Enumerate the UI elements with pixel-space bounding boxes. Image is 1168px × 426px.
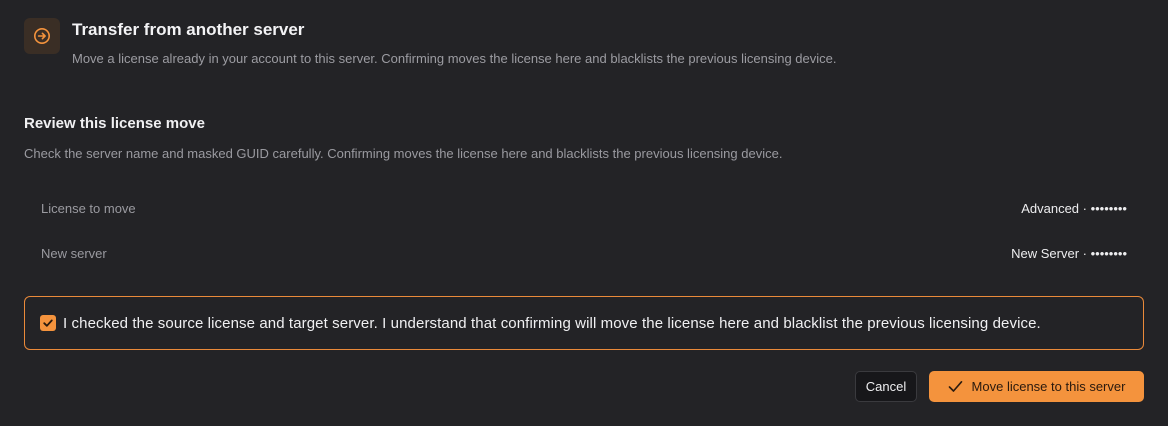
confirmation-checkbox-row[interactable]: I checked the source license and target … [24,296,1144,350]
new-server-value: New Server · •••••••• [1011,245,1127,261]
license-to-move-value: Advanced · •••••••• [1021,200,1127,216]
license-to-move-label: License to move [41,200,136,216]
checkmark-icon [43,319,53,327]
header-text: Transfer from another server Move a lice… [72,18,837,68]
move-license-label: Move license to this server [971,379,1126,394]
review-section: Review this license move Check the serve… [24,114,1144,163]
transfer-license-panel: Transfer from another server Move a lice… [0,0,1168,426]
header: Transfer from another server Move a lice… [24,18,837,68]
confirmation-text: I checked the source license and target … [63,314,1041,332]
cancel-button[interactable]: Cancel [855,371,917,402]
review-title: Review this license move [24,115,205,132]
page-title: Transfer from another server [72,20,305,39]
confirmation-checkbox[interactable] [40,315,56,331]
license-to-move-row: License to move Advanced · •••••••• [41,198,1127,218]
page-description: Move a license already in your account t… [72,51,837,66]
review-description: Check the server name and masked GUID ca… [24,146,783,161]
new-server-row: New server New Server · •••••••• [41,243,1127,263]
move-license-button[interactable]: Move license to this server [929,371,1144,402]
new-server-label: New server [41,245,107,261]
arrow-right-circle-icon [24,18,60,54]
checkmark-icon [948,380,963,393]
